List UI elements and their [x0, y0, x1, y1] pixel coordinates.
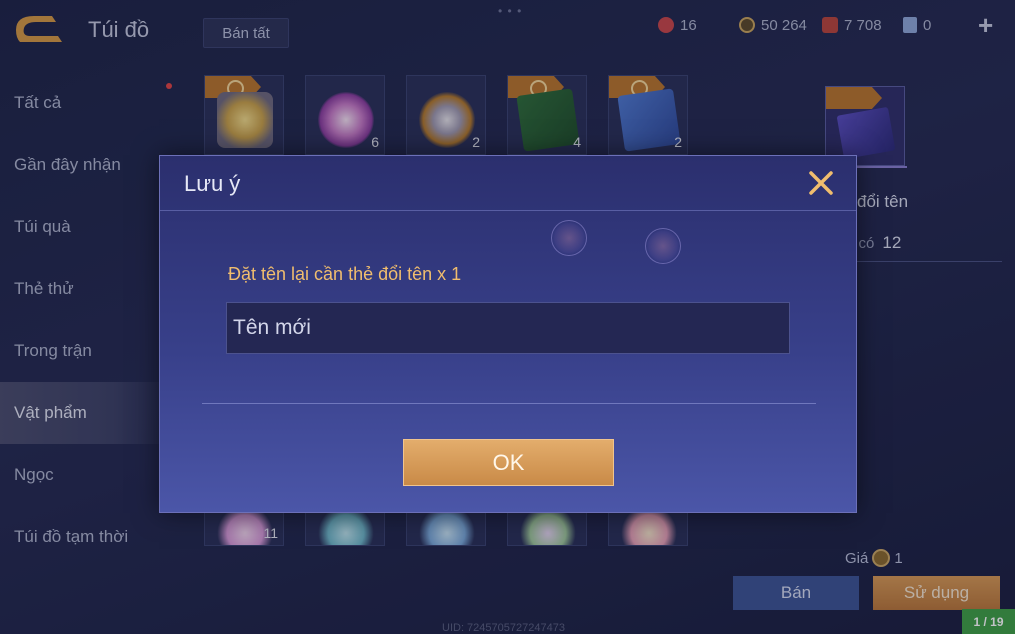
close-icon[interactable]: [806, 168, 836, 198]
decor-emblem-icon: [551, 220, 587, 256]
decor-emblem-icon: [645, 228, 681, 264]
ok-button[interactable]: OK: [403, 439, 614, 486]
dialog-header: Lưu ý: [160, 156, 856, 211]
rename-dialog: Lưu ý Đặt tên lại cần thẻ đổi tên x 1 OK: [159, 155, 857, 513]
new-name-input[interactable]: [226, 302, 790, 354]
dialog-title: Lưu ý: [184, 171, 241, 196]
rename-requirement-label: Đặt tên lại cần thẻ đổi tên x 1: [228, 264, 462, 284]
dialog-divider: [202, 403, 816, 404]
